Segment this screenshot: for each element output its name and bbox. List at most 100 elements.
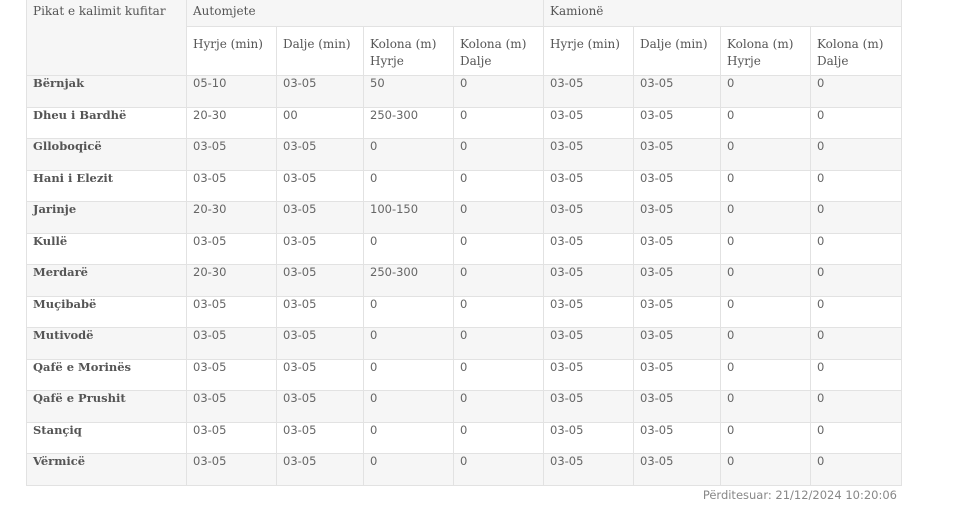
crossing-point-name: Glloboqicë xyxy=(26,138,187,171)
column-header: Hyrje (min) xyxy=(186,26,277,76)
table-cell: 250-300 xyxy=(363,106,454,139)
table-row: Vërmicë 03-05 03-05 0 0 03-05 03-05 0 0 xyxy=(26,453,903,486)
table-cell: 0 xyxy=(452,169,545,202)
table-cell: 20-30 xyxy=(186,264,277,297)
table-cell: 0 xyxy=(452,327,545,360)
table-cell: 03-05 xyxy=(633,75,722,108)
table-cell: 03-05 xyxy=(543,421,635,454)
table-cell: 03-05 xyxy=(633,453,722,486)
table-cell: 0 xyxy=(810,327,903,360)
table-cell: 0 xyxy=(720,264,812,297)
table-cell: 100-150 xyxy=(363,201,454,234)
column-header: Kolona (m) Dalje xyxy=(810,26,903,76)
table-cell: 0 xyxy=(720,453,812,486)
table-cell: 0 xyxy=(363,358,454,391)
crossing-point-name: Jarinje xyxy=(26,201,187,234)
table-cell: 03-05 xyxy=(543,138,635,171)
table-cell: 0 xyxy=(810,390,903,423)
table-cell: 0 xyxy=(452,138,545,171)
table-cell: 0 xyxy=(363,295,454,328)
table-cell: 0 xyxy=(363,453,454,486)
table-cell: 03-05 xyxy=(633,138,722,171)
column-header: Kolona (m) Hyrje xyxy=(720,26,812,76)
crossing-point-name: Bërnjak xyxy=(26,75,187,108)
table-cell: 03-05 xyxy=(186,169,277,202)
table-cell: 03-05 xyxy=(276,264,364,297)
table-cell: 0 xyxy=(720,295,812,328)
table-cell: 03-05 xyxy=(186,453,277,486)
table-cell: 0 xyxy=(720,106,812,139)
crossing-point-name: Qafë e Morinës xyxy=(26,358,187,391)
crossing-point-name: Kullë xyxy=(26,232,187,265)
last-updated-text: Përditesuar: 21/12/2024 10:20:06 xyxy=(702,488,897,502)
cars-group-header: Automjete xyxy=(185,0,545,27)
table-cell: 03-05 xyxy=(276,327,364,360)
table-cell: 03-05 xyxy=(543,75,635,108)
table-cell: 0 xyxy=(452,232,545,265)
table-cell: 00 xyxy=(276,106,364,139)
table-cell: 03-05 xyxy=(543,327,635,360)
table-cell: 0 xyxy=(452,421,545,454)
table-cell: 0 xyxy=(452,106,545,139)
table-cell: 0 xyxy=(810,169,903,202)
trucks-group-header: Kamionë xyxy=(543,0,903,27)
table-cell: 03-05 xyxy=(633,169,722,202)
table-cell: 03-05 xyxy=(276,201,364,234)
table-cell: 0 xyxy=(363,169,454,202)
table-cell: 03-05 xyxy=(543,264,635,297)
table-cell: 03-05 xyxy=(543,453,635,486)
table-cell: 0 xyxy=(720,169,812,202)
table-cell: 0 xyxy=(720,358,812,391)
table-cell: 0 xyxy=(452,358,545,391)
table-cell: 0 xyxy=(810,453,903,486)
table-cell: 05-10 xyxy=(186,75,277,108)
column-header: Hyrje (min) xyxy=(543,26,635,76)
border-wait-table: Pikat e kalimit kufitar Automjete Kamion… xyxy=(26,0,903,486)
table-cell: 03-05 xyxy=(186,327,277,360)
table-cell: 0 xyxy=(363,232,454,265)
table-cell: 03-05 xyxy=(186,390,277,423)
crossing-point-name: Mutivodë xyxy=(26,327,187,360)
crossing-point-name: Muçibabë xyxy=(26,295,187,328)
table-row: Stançiq 03-05 03-05 0 0 03-05 03-05 0 0 xyxy=(26,421,903,454)
table-row: Qafë e Prushit 03-05 03-05 0 0 03-05 03-05 0 0 xyxy=(26,390,903,423)
crossing-point-name: Merdarë xyxy=(26,264,187,297)
table-row: Merdarë 20-30 03-05 250-300 0 03-05 03-05 0 0 xyxy=(26,264,903,297)
crossing-point-name: Qafë e Prushit xyxy=(26,390,187,423)
table-row: Bërnjak 05-10 03-05 50 0 03-05 03-05 0 0 xyxy=(26,75,903,108)
table-cell: 03-05 xyxy=(543,106,635,139)
column-header: Kolona (m) Hyrje xyxy=(363,26,454,76)
table-cell: 50 xyxy=(363,75,454,108)
table-cell: 03-05 xyxy=(276,295,364,328)
table-cell: 0 xyxy=(452,453,545,486)
crossing-point-name: Stançiq xyxy=(26,421,187,454)
group-header-row: Pikat e kalimit kufitar Automjete Kamion… xyxy=(26,0,903,76)
table-cell: 0 xyxy=(810,264,903,297)
table-cell: 03-05 xyxy=(186,421,277,454)
crossing-point-header: Pikat e kalimit kufitar xyxy=(26,0,187,76)
table-cell: 03-05 xyxy=(633,421,722,454)
table-cell: 03-05 xyxy=(633,295,722,328)
column-header: Dalje (min) xyxy=(276,26,364,76)
table-row: Qafë e Morinës 03-05 03-05 0 0 03-05 03-05 0 0 xyxy=(26,358,903,391)
table-cell: 0 xyxy=(452,295,545,328)
table-cell: 0 xyxy=(452,390,545,423)
table-cell: 03-05 xyxy=(186,138,277,171)
table-cell: 0 xyxy=(452,75,545,108)
table-row: Mutivodë 03-05 03-05 0 0 03-05 03-05 0 0 xyxy=(26,327,903,360)
table-cell: 0 xyxy=(810,106,903,139)
table-cell: 03-05 xyxy=(276,138,364,171)
table-cell: 03-05 xyxy=(186,358,277,391)
table-cell: 0 xyxy=(810,295,903,328)
table-cell: 03-05 xyxy=(543,390,635,423)
table-cell: 03-05 xyxy=(276,358,364,391)
table-cell: 03-05 xyxy=(633,106,722,139)
table-cell: 03-05 xyxy=(186,295,277,328)
table-row: Dheu i Bardhë 20-30 00 250-300 0 03-05 03-05 0 0 xyxy=(26,106,903,139)
table-cell: 0 xyxy=(720,327,812,360)
table-cell: 03-05 xyxy=(633,264,722,297)
table-cell: 0 xyxy=(720,390,812,423)
table-cell: 0 xyxy=(720,421,812,454)
table-cell: 0 xyxy=(810,138,903,171)
table-cell: 03-05 xyxy=(633,358,722,391)
